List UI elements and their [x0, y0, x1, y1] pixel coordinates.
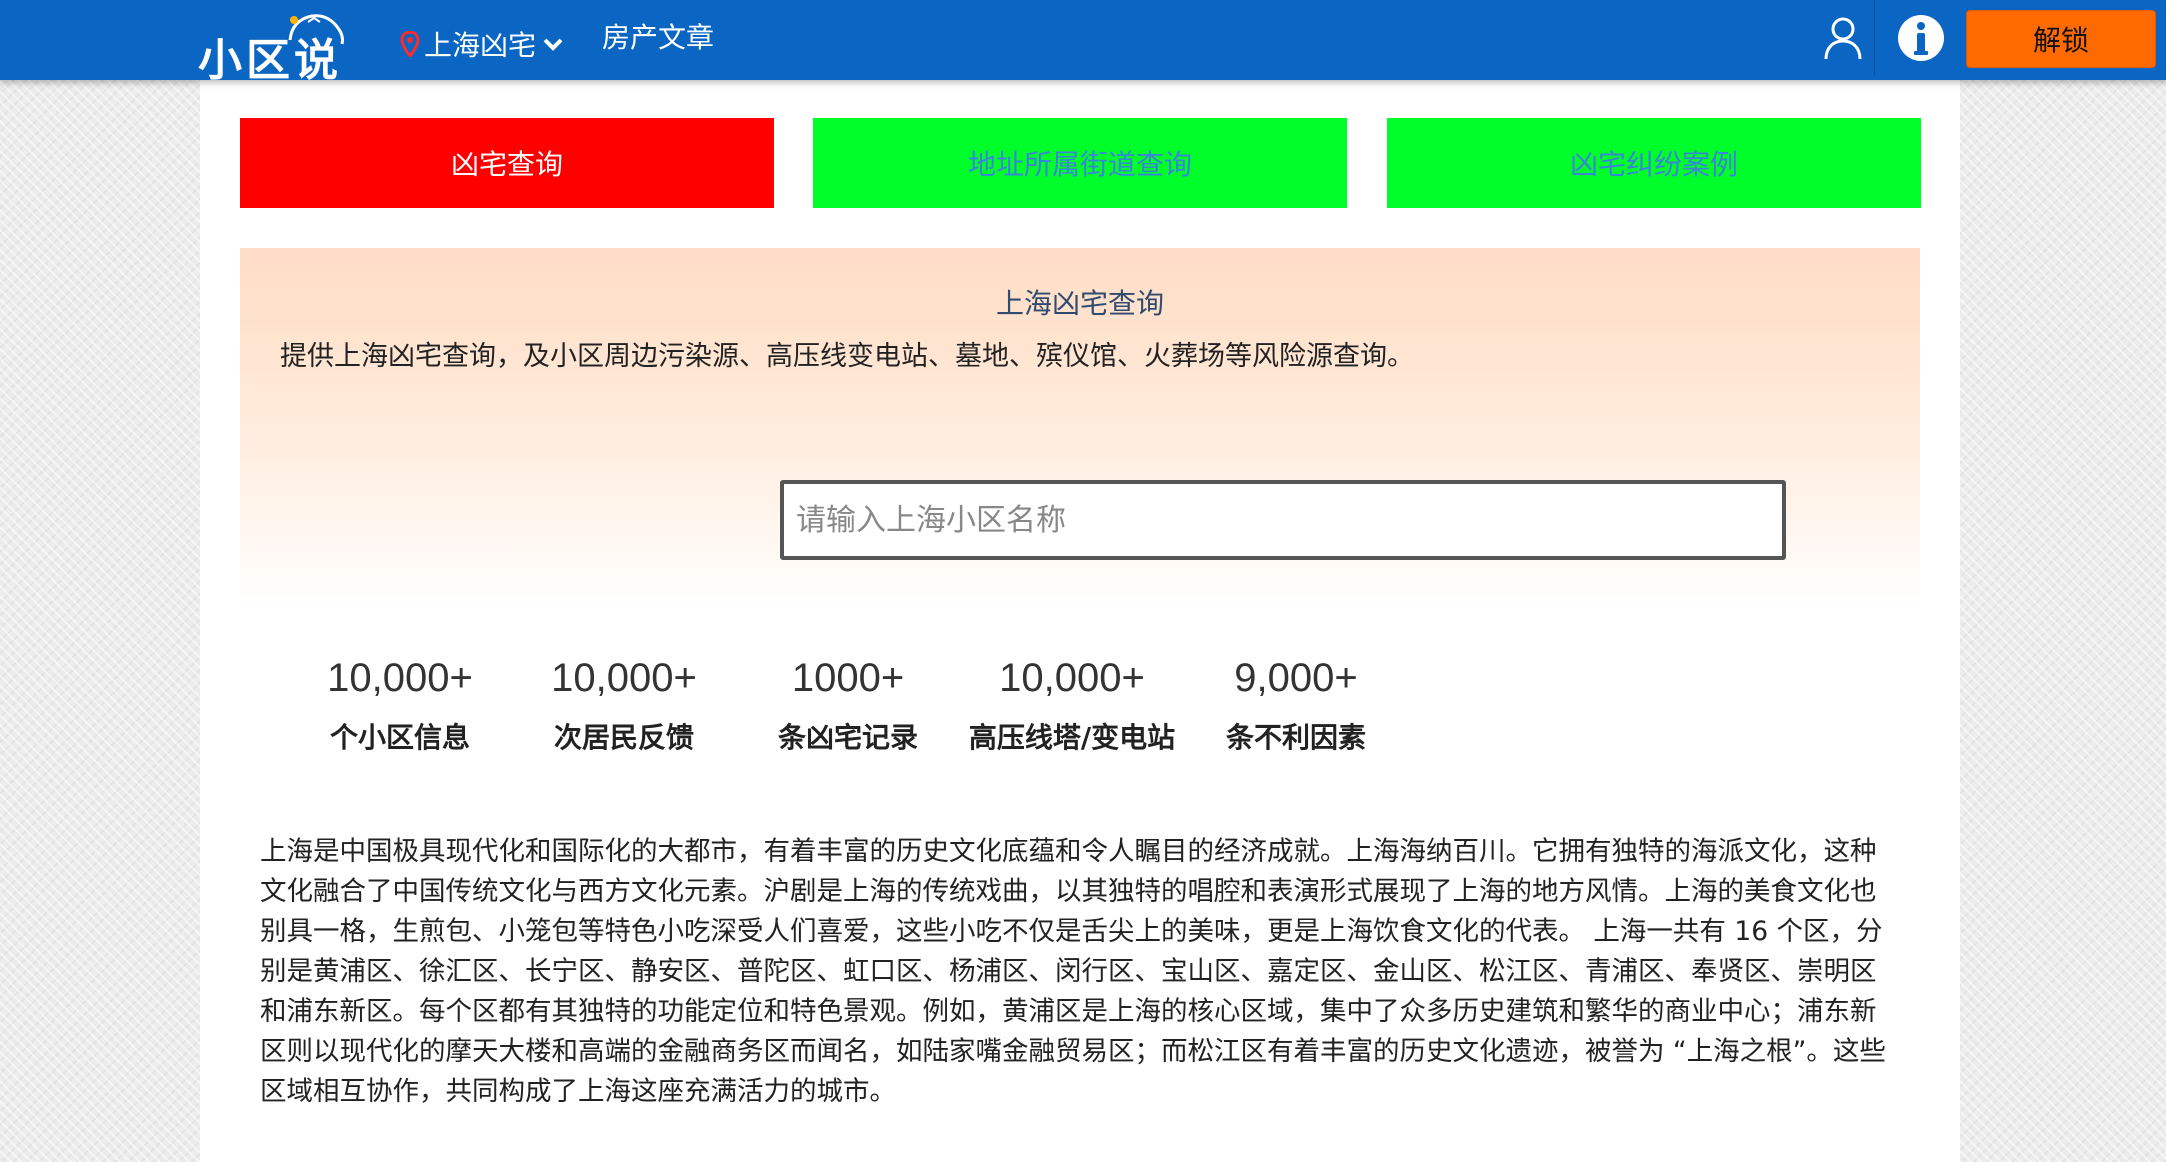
stat-label: 条不利因素	[1225, 721, 1366, 754]
city-dropdown-label: 上海凶宅	[424, 29, 537, 62]
top-navigation-bar: 小区说 上海凶宅 房产文章 解锁	[0, 0, 2166, 86]
shanghai-intro-text: 上海是中国极具现代化和国际化的大都市，有着丰富的历史文化底蕴和令人瞩目的经济成就…	[260, 836, 1886, 1107]
nav-link-articles[interactable]: 房产文章	[602, 16, 714, 60]
tab-dispute-cases[interactable]: 凶宅纠纷案例	[1387, 118, 1921, 208]
location-pin-icon	[400, 31, 420, 57]
stat-value: 9,000+	[1234, 656, 1358, 700]
statistics-row: 10,000+ 个小区信息 10,000+ 次居民反馈 1000+ 条凶宅记录 …	[240, 650, 1920, 780]
community-search-input[interactable]	[780, 480, 1786, 560]
tab-street-lookup[interactable]: 地址所属街道查询	[813, 118, 1347, 208]
site-logo[interactable]: 小区说	[198, 6, 348, 86]
unlock-button[interactable]: 解锁	[1966, 10, 2156, 68]
hero-title: 上海凶宅查询	[995, 287, 1164, 320]
info-icon	[1898, 15, 1944, 61]
info-button[interactable]	[1890, 0, 1952, 76]
tab-haunted-house-search[interactable]: 凶宅查询	[240, 118, 774, 208]
main-content-panel: 凶宅查询 地址所属街道查询 凶宅纠纷案例 上海凶宅查询 提供上海凶宅查询，及小区…	[200, 80, 1960, 1162]
stat-adverse-factors: 9,000+ 条不利因素	[1146, 650, 1446, 756]
hero-description: 提供上海凶宅查询，及小区周边污染源、高压线变电站、墓地、殡仪馆、火葬场等风险源查…	[280, 341, 1414, 372]
city-dropdown[interactable]: 上海凶宅	[400, 24, 564, 64]
user-icon	[1824, 17, 1862, 60]
search-hero-section: 上海凶宅查询 提供上海凶宅查询，及小区周边污染源、高压线变电站、墓地、殡仪馆、火…	[240, 248, 1920, 610]
chevron-down-icon	[543, 38, 563, 51]
logo-house-icon	[288, 14, 344, 45]
user-account-button[interactable]	[1812, 0, 1875, 76]
